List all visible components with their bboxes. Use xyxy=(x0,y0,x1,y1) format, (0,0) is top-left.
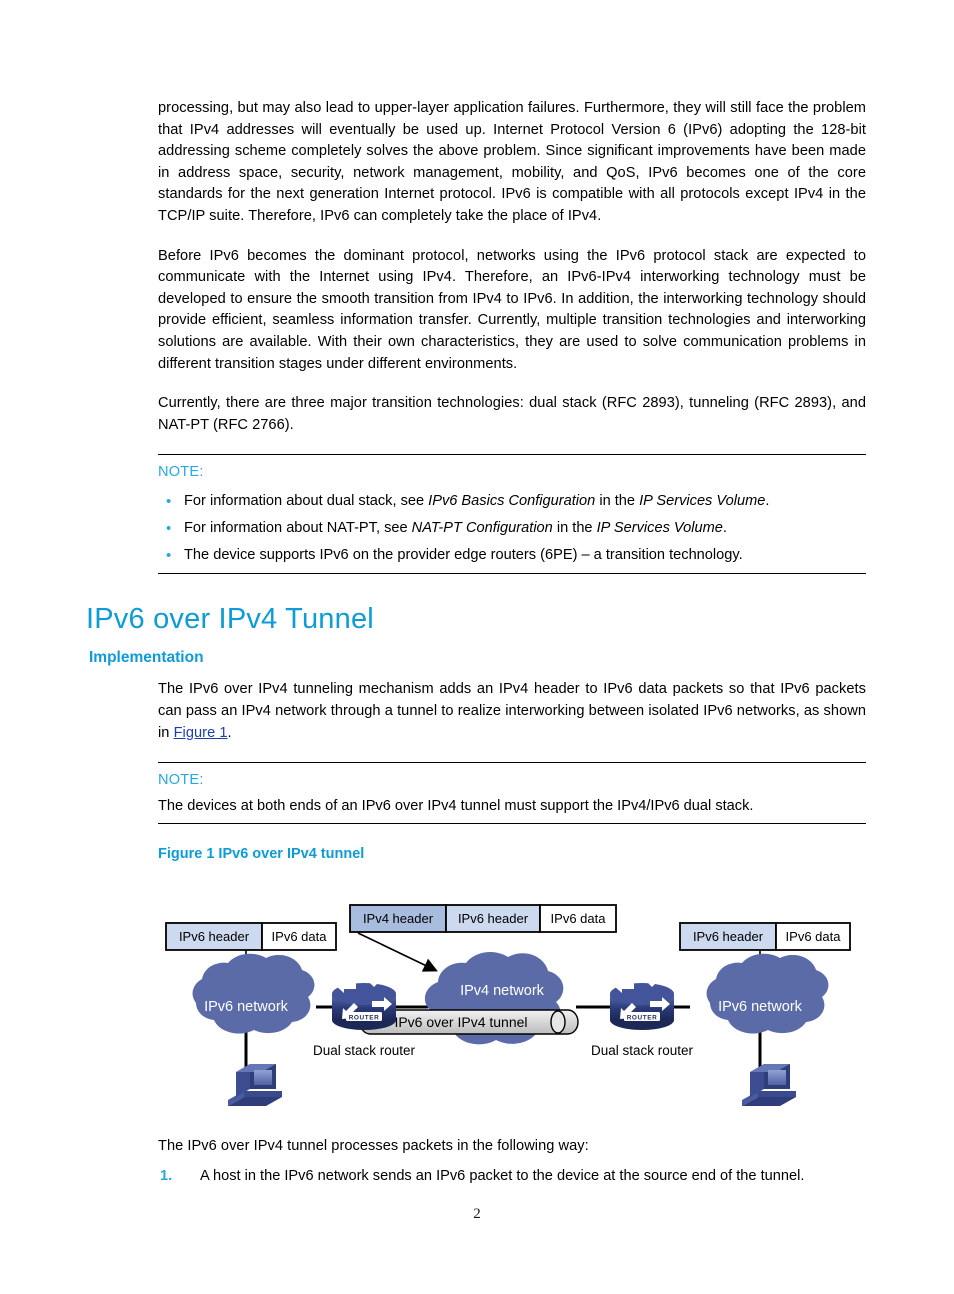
step-list-item: 1. A host in the IPv6 network sends an IP… xyxy=(158,1164,866,1188)
page-number: 2 xyxy=(473,1206,481,1222)
packet-center-field-0: IPv4 header xyxy=(363,911,434,926)
figure-1-link[interactable]: Figure 1 xyxy=(174,725,228,741)
router-icon-text-left: ROUTER xyxy=(349,1015,380,1022)
tunnel-end-ellipse xyxy=(550,1010,566,1034)
note-item-text-suffix: . xyxy=(722,520,727,537)
note-block-two: NOTE: The devices at both ends of an IPv… xyxy=(158,762,866,825)
cloud-label-left: IPv6 network xyxy=(204,999,289,1015)
router-label-right: Dual stack router xyxy=(591,1043,694,1058)
cloud-label-center: IPv4 network xyxy=(460,983,545,999)
router-icon-right: ROUTER xyxy=(610,971,674,1031)
note-item-text: The device supports IPv6 on the provider… xyxy=(184,547,743,564)
note-item-text: For information about NAT-PT, see xyxy=(184,520,412,537)
step-text: A host in the IPv6 network sends an IPv6… xyxy=(200,1167,805,1184)
packet-left-field-1: IPv6 data xyxy=(272,929,328,944)
note-item-text-mid: in the xyxy=(552,520,597,537)
page-title: IPv6 over IPv4 Tunnel xyxy=(86,603,374,636)
packet-box-right: IPv6 header IPv6 data xyxy=(679,922,851,951)
router-label-left: Dual stack router xyxy=(313,1043,416,1058)
note-list-item: For information about NAT-PT, see NAT-PT… xyxy=(158,515,866,542)
note-label: NOTE: xyxy=(158,772,204,789)
tunnel-label: IPv6 over IPv4 tunnel xyxy=(394,1014,527,1030)
packet-center-field-1: IPv6 header xyxy=(458,911,529,926)
note-item-italic-2: IP Services Volume xyxy=(639,493,766,510)
page-content: processing, but may also lead to upper-l… xyxy=(86,98,866,1188)
packet-box-left: IPv6 header IPv6 data xyxy=(165,922,337,951)
section-subheading: Implementation xyxy=(89,649,204,667)
packet-left-field-0: IPv6 header xyxy=(179,929,250,944)
note-item-italic: IPv6 Basics Configuration xyxy=(428,493,596,510)
router-icon-left: ROUTER xyxy=(332,971,396,1031)
arrow-center-packet-to-ipv4-cloud xyxy=(357,932,438,972)
note-block-one: NOTE: For information about dual stack, … xyxy=(158,454,866,575)
paragraph-implementation: The IPv6 over IPv4 tunneling mechanism a… xyxy=(158,679,866,744)
note-item-italic: NAT-PT Configuration xyxy=(411,520,553,537)
note-item-text-mid: in the xyxy=(595,493,640,510)
step-number: 1. xyxy=(160,1167,173,1184)
cloud-label-right: IPv6 network xyxy=(718,999,803,1015)
note-label: NOTE: xyxy=(158,464,204,481)
packet-right-field-1: IPv6 data xyxy=(786,929,842,944)
document-page: processing, but may also lead to upper-l… xyxy=(0,0,954,1294)
packet-box-center: IPv4 header IPv6 header IPv6 data xyxy=(349,904,617,933)
note-item-text-suffix: . xyxy=(765,493,770,510)
router-icon-text-right: ROUTER xyxy=(627,1015,658,1022)
implementation-text-before: The IPv6 over IPv4 tunneling mechanism a… xyxy=(158,681,866,741)
host-icon-right xyxy=(742,1064,796,1107)
figure-ipv6-over-ipv4-tunnel: IPv6 header IPv6 data IPv4 header IPv6 h… xyxy=(158,870,866,1120)
figure-caption: Figure 1 IPv6 over IPv4 tunnel xyxy=(158,846,365,863)
cloud-ipv6-network-right: IPv6 network xyxy=(706,953,829,1034)
host-label-right: IPv6 host xyxy=(732,1119,789,1120)
cloud-ipv6-network-left: IPv6 network xyxy=(192,953,315,1034)
note-text: The devices at both ends of an IPv6 over… xyxy=(158,798,754,815)
host-label-left: IPv6 host xyxy=(218,1119,275,1120)
note-bullet-list: For information about dual stack, see IP… xyxy=(158,488,866,569)
paragraph-closing-lead: The IPv6 over IPv4 tunnel processes pack… xyxy=(158,1138,589,1155)
paragraph-intro: processing, but may also lead to upper-l… xyxy=(158,100,866,224)
host-icon-left xyxy=(228,1064,282,1107)
note-list-item: The device supports IPv6 on the provider… xyxy=(158,542,866,569)
note-item-italic-2: IP Services Volume xyxy=(596,520,723,537)
note-item-text: For information about dual stack, see xyxy=(184,493,429,510)
step-list: 1. A host in the IPv6 network sends an IP… xyxy=(158,1164,866,1188)
implementation-text-after: . xyxy=(227,724,232,741)
packet-center-field-2: IPv6 data xyxy=(551,911,607,926)
paragraph-transition: Before IPv6 becomes the dominant protoco… xyxy=(158,247,866,372)
paragraph-three-technologies: Currently, there are three major transit… xyxy=(158,395,866,433)
note-list-item: For information about dual stack, see IP… xyxy=(158,488,866,515)
packet-right-field-0: IPv6 header xyxy=(693,929,764,944)
